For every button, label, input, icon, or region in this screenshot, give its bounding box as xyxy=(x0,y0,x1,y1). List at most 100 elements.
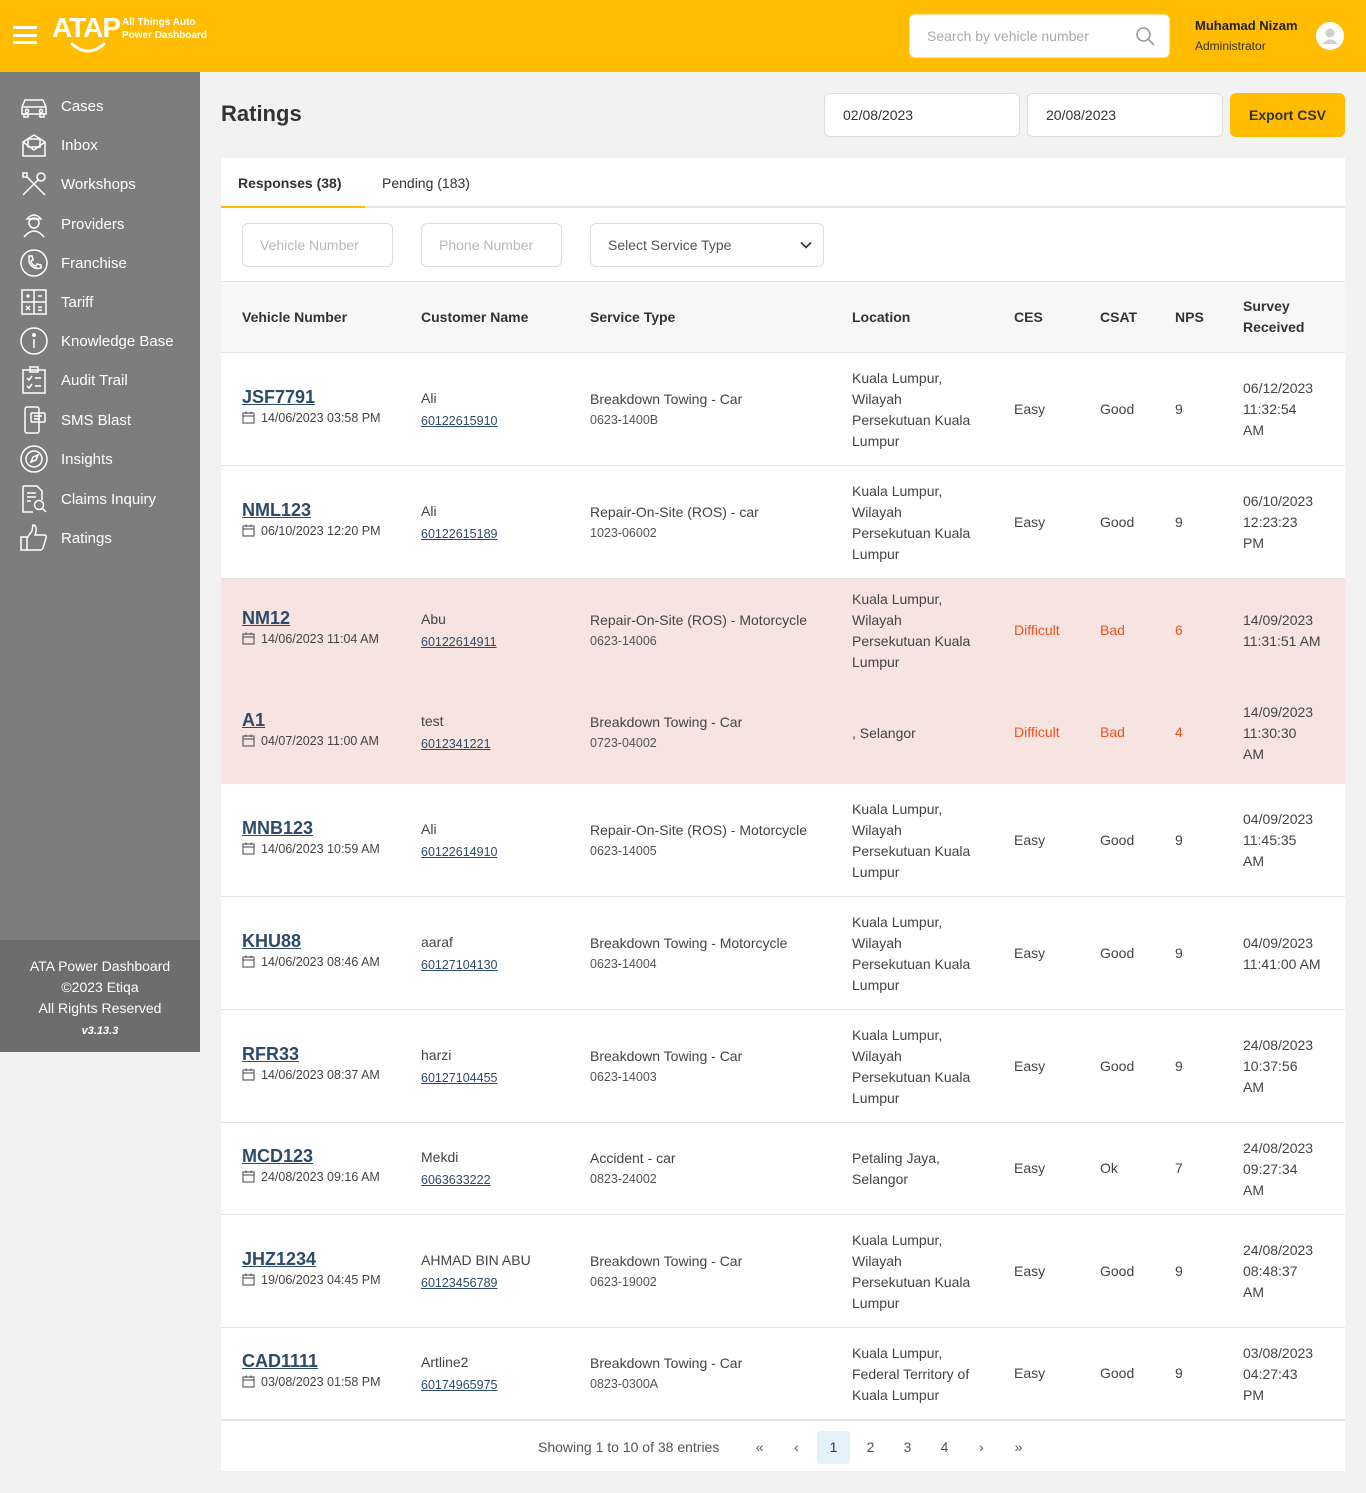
header-vehicle-number[interactable]: Vehicle Number xyxy=(242,307,347,328)
location-line: Kuala Lumpur, xyxy=(852,1232,943,1248)
header-survey-line2: Received xyxy=(1243,319,1305,335)
customer-phone-link[interactable]: 60127104130 xyxy=(421,955,497,976)
table-row[interactable]: A1 04/07/2023 11:00 AM test 6012341221 Break… xyxy=(221,682,1345,784)
sidebar-item-inbox[interactable]: Inbox xyxy=(0,127,200,163)
header-location[interactable]: Location xyxy=(852,307,910,328)
export-csv-button[interactable]: Export CSV xyxy=(1230,93,1345,137)
survey-line: 06/12/2023 xyxy=(1243,380,1314,396)
vehicle-number-link[interactable]: NML123 xyxy=(242,500,381,521)
date-from-input[interactable]: 02/08/2023 xyxy=(824,93,1020,137)
customer-phone-link[interactable]: 60123456789 xyxy=(421,1273,531,1294)
header-nps[interactable]: NPS xyxy=(1175,307,1204,328)
table-row[interactable]: RFR33 14/06/2023 08:37 AM harzi 60127104455… xyxy=(221,1010,1345,1123)
customer-phone-link[interactable]: 60122614911 xyxy=(421,632,497,653)
case-date: 14/06/2023 08:37 AM xyxy=(242,1065,380,1086)
service-type: Breakdown Towing - Car xyxy=(590,1355,743,1371)
phone-number-filter[interactable] xyxy=(421,223,562,267)
vehicle-number-link[interactable]: JSF7791 xyxy=(242,387,381,408)
vehicle-number-link[interactable]: KHU88 xyxy=(242,931,380,952)
sidebar-item-cases[interactable]: Cases xyxy=(0,88,200,124)
case-date-text: 03/08/2023 01:58 PM xyxy=(261,1375,381,1389)
header-csat[interactable]: CSAT xyxy=(1100,307,1137,328)
case-code: 0623-14003 xyxy=(590,1070,657,1084)
first-page-button[interactable]: « xyxy=(743,1431,776,1464)
sidebar-item-workshops[interactable]: Workshops xyxy=(0,166,200,202)
customer-name: Ali xyxy=(421,821,437,837)
table-row[interactable]: KHU88 14/06/2023 08:46 AM aaraf 60127104130… xyxy=(221,897,1345,1010)
sidebar-item-franchise[interactable]: Franchise xyxy=(0,245,200,281)
vehicle-number-link[interactable]: MCD123 xyxy=(242,1146,380,1167)
table-row[interactable]: MCD123 24/08/2023 09:16 AM Mekdi 6063633222… xyxy=(221,1123,1345,1215)
page-2-button[interactable]: 2 xyxy=(854,1431,887,1464)
table-row[interactable]: JSF7791 14/06/2023 03:58 PM Ali 60122615910… xyxy=(221,353,1345,466)
next-page-button[interactable]: › xyxy=(965,1431,998,1464)
customer-phone-link[interactable]: 60174965975 xyxy=(421,1375,497,1396)
header-service-type[interactable]: Service Type xyxy=(590,307,675,328)
survey-line: 11:32:54 xyxy=(1243,401,1297,417)
car-icon xyxy=(21,99,47,118)
sidebar-item-tariff[interactable]: Tariff xyxy=(0,284,200,320)
survey-received: 24/08/2023 09:27:34 AM xyxy=(1243,1138,1313,1201)
vehicle-number-link[interactable]: A1 xyxy=(242,710,379,731)
sidebar-item-knowledge-base[interactable]: Knowledge Base xyxy=(0,323,200,359)
search-icon[interactable] xyxy=(1135,26,1155,46)
sidebar-item-providers[interactable]: Providers xyxy=(0,206,200,242)
header-survey-received[interactable]: Survey Received xyxy=(1243,296,1304,338)
sidebar-item-sms-blast[interactable]: SMS Blast xyxy=(0,402,200,438)
location-line: Kuala Lumpur, xyxy=(852,370,943,386)
sms-icon xyxy=(24,406,46,434)
survey-line: 24/08/2023 xyxy=(1243,1140,1314,1156)
sidebar-item-label: Cases xyxy=(61,98,104,115)
location-line: Persekutuan Kuala xyxy=(852,956,971,972)
customer-phone-link[interactable]: 6063633222 xyxy=(421,1170,491,1191)
customer-phone-link[interactable]: 60122614910 xyxy=(421,842,497,863)
vehicle-number-filter[interactable] xyxy=(242,223,393,267)
survey-received: 04/09/2023 11:41:00 AM xyxy=(1243,933,1321,975)
service-type-select[interactable]: Select Service Type xyxy=(590,223,824,267)
vehicle-search-input[interactable] xyxy=(910,15,1130,57)
sidebar-item-insights[interactable]: Insights xyxy=(0,441,200,477)
vehicle-number-link[interactable]: RFR33 xyxy=(242,1044,380,1065)
vehicle-number-link[interactable]: MNB123 xyxy=(242,818,380,839)
sidebar-item-claims-inquiry[interactable]: Claims Inquiry xyxy=(0,481,200,517)
sidebar-item-audit-trail[interactable]: Audit Trail xyxy=(0,362,200,398)
customer-phone-link[interactable]: 60127104455 xyxy=(421,1068,497,1089)
customer-phone-link[interactable]: 60122615910 xyxy=(421,411,497,432)
table-row[interactable]: NML123 06/10/2023 12:20 PM Ali 60122615189 R… xyxy=(221,466,1345,579)
tab-pending[interactable]: Pending (183) xyxy=(382,175,470,191)
header-customer-name[interactable]: Customer Name xyxy=(421,307,528,328)
table-row[interactable]: MNB123 14/06/2023 10:59 AM Ali 60122614910 R… xyxy=(221,784,1345,897)
page-3-button[interactable]: 3 xyxy=(891,1431,924,1464)
case-date-text: 14/06/2023 03:58 PM xyxy=(261,411,381,425)
vehicle-number-link[interactable]: JHZ1234 xyxy=(242,1249,381,1270)
vehicle-number-link[interactable]: NM12 xyxy=(242,608,379,629)
user-name[interactable]: Muhamad Nizam xyxy=(1195,18,1298,33)
table-row[interactable]: CAD1111 03/08/2023 01:58 PM Artline2 601749… xyxy=(221,1328,1345,1420)
service-type: Breakdown Towing - Motorcycle xyxy=(590,935,788,951)
case-date-text: 04/07/2023 11:00 AM xyxy=(261,734,379,748)
checklist-icon xyxy=(22,366,46,394)
vehicle-number-link[interactable]: CAD1111 xyxy=(242,1351,381,1372)
table-row[interactable]: NM12 14/06/2023 11:04 AM Abu 60122614911 Rep… xyxy=(221,579,1345,682)
customer-phone-link[interactable]: 6012341221 xyxy=(421,734,491,755)
location-line: Persekutuan Kuala xyxy=(852,843,971,859)
avatar[interactable] xyxy=(1316,22,1344,50)
page-1-button[interactable]: 1 xyxy=(817,1431,850,1464)
tab-responses[interactable]: Responses (38) xyxy=(238,175,341,191)
service-type: Breakdown Towing - Car xyxy=(590,1253,743,1269)
calendar-icon xyxy=(242,734,255,747)
customer-phone-link[interactable]: 60122615189 xyxy=(421,524,497,545)
date-to-input[interactable]: 20/08/2023 xyxy=(1027,93,1223,137)
table-row[interactable]: JHZ1234 19/06/2023 04:45 PM AHMAD BIN ABU 6… xyxy=(221,1215,1345,1328)
page-4-button[interactable]: 4 xyxy=(928,1431,961,1464)
sidebar-item-ratings[interactable]: Ratings xyxy=(0,520,200,556)
nps-value: 9 xyxy=(1175,1058,1183,1074)
hamburger-menu-icon[interactable] xyxy=(13,26,37,44)
survey-line: 12:23:23 xyxy=(1243,514,1298,530)
prev-page-button[interactable]: ‹ xyxy=(780,1431,813,1464)
survey-line: PM xyxy=(1243,1387,1264,1403)
last-page-button[interactable]: » xyxy=(1002,1431,1035,1464)
calendar-icon xyxy=(242,1375,255,1388)
header-ces[interactable]: CES xyxy=(1014,307,1043,328)
location-line: Lumpur xyxy=(852,977,900,993)
